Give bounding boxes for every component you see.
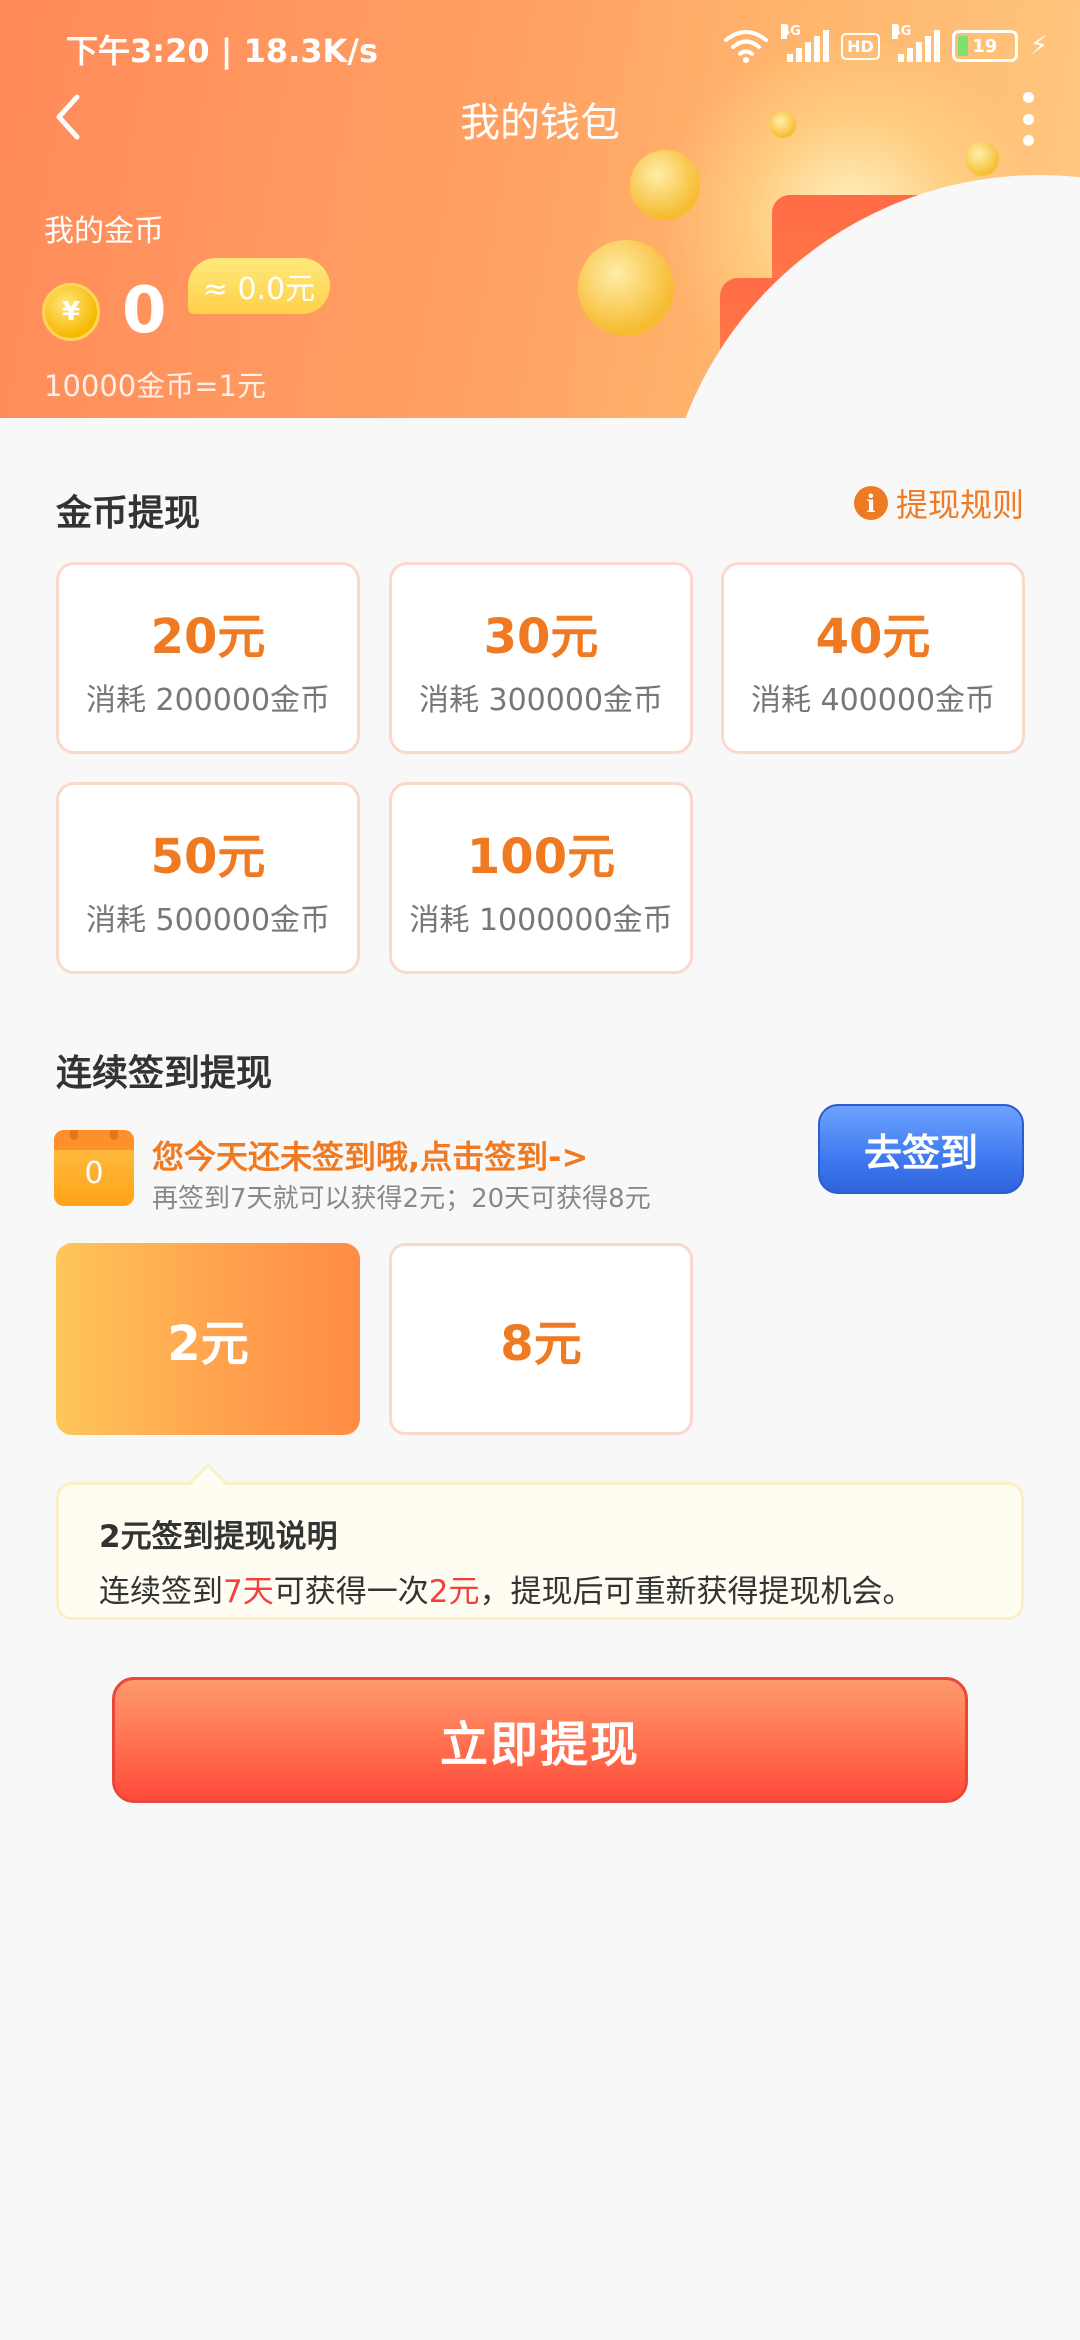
- withdraw-option-20[interactable]: 20元 消耗 200000金币: [56, 562, 360, 754]
- option-cost: 消耗 300000金币: [418, 683, 664, 718]
- signin-subtext: 再签到7天就可以获得2元；20天可获得8元: [152, 1184, 651, 1214]
- status-icons: 4G HD 4G 19 ⚡: [723, 24, 1048, 64]
- explanation-title: 2元签到提现说明: [99, 1519, 338, 1555]
- signin-headline[interactable]: 您今天还未签到哦,点击签到->: [152, 1132, 588, 1178]
- coins-equivalent-badge: ≈ 0.0元: [188, 258, 330, 314]
- checkin-button[interactable]: 去签到: [818, 1104, 1024, 1194]
- option-amount: 20元: [150, 609, 266, 665]
- hd-icon: HD: [841, 32, 880, 60]
- wallet-header: ¥ ¥ ¥ 下午3:20 | 18.3K/s 4G HD 4G: [0, 0, 1080, 418]
- highlight-amount: 2元: [428, 1574, 480, 1610]
- more-button[interactable]: [1008, 84, 1048, 154]
- option-cost: 消耗 200000金币: [85, 683, 331, 718]
- calendar-day: 0: [84, 1156, 104, 1191]
- reward-option-8[interactable]: 8元: [389, 1243, 693, 1435]
- explanation-box: 2元签到提现说明 连续签到7天可获得一次2元，提现后可重新获得提现机会。: [56, 1482, 1024, 1620]
- info-icon: i: [853, 486, 888, 520]
- option-amount: 40元: [815, 609, 931, 665]
- exchange-rate: 10000金币=1元: [44, 369, 267, 403]
- withdraw-option-30[interactable]: 30元 消耗 300000金币: [389, 562, 693, 754]
- signal-icon: 4G: [781, 24, 830, 62]
- option-amount: 100元: [466, 829, 616, 885]
- withdraw-rules-link[interactable]: i 提现规则: [853, 480, 1024, 526]
- status-time: 下午3:20 | 18.3K/s: [66, 32, 379, 70]
- withdraw-option-50[interactable]: 50元 消耗 500000金币: [56, 782, 360, 974]
- wifi-icon: [724, 30, 769, 63]
- withdraw-option-100[interactable]: 100元 消耗 1000000金币: [389, 782, 693, 974]
- checkin-withdraw-title: 连续签到提现: [56, 1053, 273, 1094]
- signal-icon: 4G: [891, 24, 940, 62]
- withdraw-option-40[interactable]: 40元 消耗 400000金币: [721, 562, 1025, 754]
- charging-icon: ⚡: [1029, 31, 1048, 61]
- coin-withdraw-title: 金币提现: [56, 493, 201, 534]
- page-title: 我的钱包: [460, 100, 620, 146]
- coins-value: 0: [122, 274, 167, 348]
- option-amount: 30元: [483, 609, 599, 665]
- coins-label: 我的金币: [44, 214, 164, 249]
- battery-icon: 19: [951, 30, 1018, 62]
- explanation-text: 连续签到7天可获得一次2元，提现后可重新获得提现机会。: [99, 1574, 914, 1610]
- option-cost: 消耗 400000金币: [750, 683, 996, 718]
- coin-icon: ¥: [42, 283, 100, 341]
- option-amount: 50元: [150, 829, 266, 885]
- option-cost: 消耗 1000000金币: [409, 903, 673, 938]
- floating-coin: [630, 150, 700, 220]
- status-bar: 下午3:20 | 18.3K/s 4G HD 4G 19 ⚡: [0, 0, 1080, 92]
- floating-coin: [578, 240, 674, 336]
- withdraw-rules-label: 提现规则: [895, 486, 1024, 524]
- withdraw-now-button[interactable]: 立即提现: [112, 1677, 968, 1803]
- highlight-days: 7天: [223, 1574, 274, 1610]
- calendar-icon: 0: [54, 1130, 134, 1206]
- option-cost: 消耗 500000金币: [85, 903, 331, 938]
- reward-option-2[interactable]: 2元: [56, 1243, 360, 1435]
- more-vertical-icon: [1022, 92, 1034, 103]
